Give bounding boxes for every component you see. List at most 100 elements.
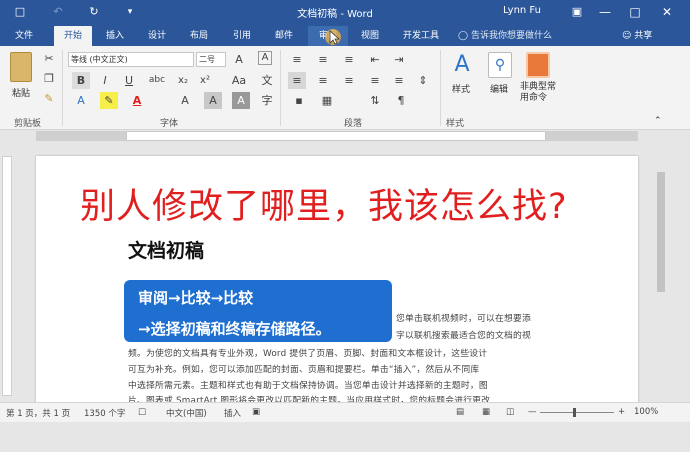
redo-icon[interactable]: ↻ <box>86 4 102 20</box>
web-layout-icon[interactable]: ◫ <box>506 407 514 417</box>
styles-group-label: 样式 <box>446 119 465 129</box>
format-painter-icon[interactable]: ✎ <box>40 90 58 107</box>
tab-view[interactable]: 视图 <box>352 26 388 46</box>
bullets-icon[interactable]: ≡ <box>288 51 306 68</box>
zoom-out-icon[interactable]: — <box>528 407 537 417</box>
align-left-icon[interactable]: ≡ <box>288 72 306 89</box>
multilevel-list-icon[interactable]: ≡ <box>340 51 358 68</box>
font-name-select[interactable]: 等线 (中文正文) <box>68 52 194 67</box>
decrease-indent-icon[interactable]: ⇤ <box>366 51 384 68</box>
minimize-icon[interactable]: — <box>594 2 616 22</box>
char-shading-icon[interactable]: A <box>204 92 222 109</box>
clipboard-group-label: 剪贴板 <box>14 119 42 129</box>
font-color-icon[interactable]: A <box>128 92 146 109</box>
paste-icon[interactable] <box>10 52 32 82</box>
lightbulb-icon: ◯ <box>458 31 469 41</box>
highlight-icon[interactable]: ✎ <box>100 92 118 109</box>
ribbon: 粘贴 ✂ ❐ ✎ 剪贴板 等线 (中文正文) 二号 A A B I U abc … <box>0 46 690 130</box>
scrollbar-thumb[interactable] <box>657 172 665 292</box>
sort-icon[interactable]: ⇅ <box>366 92 384 109</box>
align-center-icon[interactable]: ≡ <box>314 72 332 89</box>
change-case-icon[interactable]: Aa <box>230 72 248 89</box>
user-name[interactable]: Lynn Fu <box>503 5 541 16</box>
clear-format-icon[interactable]: A <box>258 51 272 65</box>
collapse-ribbon-icon[interactable]: ⌃ <box>654 116 662 126</box>
callout-line-1: 审阅→比较→比较 <box>138 289 254 307</box>
phonetic-icon[interactable]: 文 <box>258 72 276 89</box>
styles-icon[interactable]: A <box>450 52 474 78</box>
word-count[interactable]: 1350 个字 <box>84 407 125 419</box>
zoom-slider-thumb[interactable] <box>573 408 576 417</box>
grow-font-icon[interactable]: A <box>230 51 248 68</box>
font-size-select[interactable]: 二号 <box>196 52 226 67</box>
custom-command-icon[interactable] <box>526 52 550 78</box>
maximize-icon[interactable]: □ <box>624 2 646 22</box>
cut-icon[interactable]: ✂ <box>40 50 58 67</box>
share-label: 共享 <box>634 31 653 41</box>
tell-me-box[interactable]: ◯ 告诉我你想要做什么 <box>458 26 552 46</box>
close-icon[interactable]: ✕ <box>656 2 678 22</box>
proofing-icon[interactable]: □ <box>138 407 146 417</box>
bold-icon[interactable]: B <box>72 72 90 89</box>
underline-icon[interactable]: U <box>120 72 138 89</box>
show-marks-icon[interactable]: ¶ <box>392 92 410 109</box>
subscript-icon[interactable]: x₂ <box>174 72 192 89</box>
tab-developer[interactable]: 开发工具 <box>396 26 446 46</box>
zoom-slider[interactable] <box>540 412 614 413</box>
tab-references[interactable]: 引用 <box>225 26 259 46</box>
ribbon-display-icon[interactable]: ▣ <box>566 2 588 22</box>
page-count[interactable]: 第 1 页，共 1 页 <box>6 407 70 419</box>
line-spacing-icon[interactable]: ⇕ <box>414 72 432 89</box>
zoom-level[interactable]: 100% <box>634 407 658 417</box>
body-line: 中选择所需元素。主题和样式也有助于文档保持协调。当您单击设计并选择新的主题时，图 <box>128 381 488 391</box>
tab-insert[interactable]: 插入 <box>98 26 132 46</box>
italic-icon[interactable]: I <box>96 72 114 89</box>
tab-file[interactable]: 文件 <box>6 26 42 46</box>
print-layout-icon[interactable]: ▦ <box>482 407 490 417</box>
macro-icon[interactable]: ▣ <box>252 407 260 417</box>
vertical-scrollbar[interactable] <box>656 142 666 402</box>
borders-icon[interactable]: ▦ <box>318 92 336 109</box>
tab-mailings[interactable]: 邮件 <box>267 26 301 46</box>
language[interactable]: 中文(中国) <box>166 407 207 419</box>
tab-layout[interactable]: 布局 <box>182 26 216 46</box>
tell-me-text: 告诉我你想要做什么 <box>470 31 552 41</box>
ruler-right-margin <box>546 131 638 141</box>
justify-icon[interactable]: ≡ <box>366 72 384 89</box>
insert-mode[interactable]: 插入 <box>224 407 241 419</box>
share-button[interactable]: ☺ 共享 <box>622 26 652 46</box>
undo-icon[interactable]: ↶ <box>50 4 66 20</box>
save-icon[interactable]: □ <box>12 4 28 20</box>
tab-design[interactable]: 设计 <box>140 26 174 46</box>
horizontal-ruler[interactable] <box>0 130 690 142</box>
divider <box>280 50 281 126</box>
numbering-icon[interactable]: ≡ <box>314 51 332 68</box>
superscript-icon[interactable]: x² <box>196 72 214 89</box>
tab-home[interactable]: 开始 <box>54 26 92 46</box>
char-border-icon[interactable]: A <box>232 92 250 109</box>
text-effects-icon[interactable]: A <box>72 92 90 109</box>
person-icon: ☺ <box>622 31 632 41</box>
vertical-ruler[interactable] <box>2 156 12 396</box>
char-spacing-icon[interactable]: A <box>176 92 194 109</box>
strikethrough-icon[interactable]: abc <box>148 72 166 89</box>
enclose-char-icon[interactable]: 字 <box>258 92 276 109</box>
title-bar: □ ↶ ↻ ▾ 文档初稿 - Word Lynn Fu ▣ — □ ✕ <box>0 0 690 24</box>
find-icon[interactable]: ⚲ <box>488 52 512 78</box>
edit-label: 编辑 <box>490 85 509 95</box>
copy-icon[interactable]: ❐ <box>40 70 58 87</box>
shading-icon[interactable]: ▪ <box>290 92 308 109</box>
distributed-icon[interactable]: ≡ <box>390 72 408 89</box>
customize-icon[interactable]: ▾ <box>122 4 138 20</box>
increase-indent-icon[interactable]: ⇥ <box>390 51 408 68</box>
callout-line-2: →选择初稿和终稿存储路径。 <box>138 320 331 338</box>
document-title: 文档初稿 <box>128 240 205 262</box>
align-right-icon[interactable]: ≡ <box>340 72 358 89</box>
overlay-headline: 别人修改了哪里，我该怎么找? <box>80 187 568 227</box>
zoom-in-icon[interactable]: + <box>618 407 625 417</box>
window-title: 文档初稿 - Word <box>297 9 373 20</box>
body-line: 片、图表或 SmartArt 图形将会更改以匹配新的主题。当应用样式时，您的标题… <box>128 396 491 402</box>
read-mode-icon[interactable]: ▤ <box>456 407 464 417</box>
body-line: 您单击联机视频时，可以在想要添 <box>396 314 531 324</box>
nonstandard-commands-label: 非典型常用命令 <box>520 82 557 103</box>
